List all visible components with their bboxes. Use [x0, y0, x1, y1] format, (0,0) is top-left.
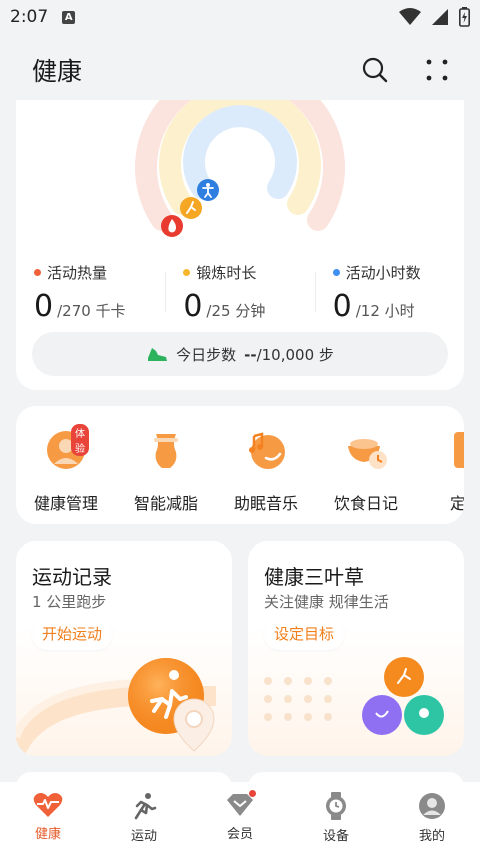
service-label: 健康管理 [33, 494, 98, 513]
health-heart-icon [33, 793, 63, 817]
wifi-icon [399, 8, 421, 25]
exercise-record-title: 运动记录 [32, 565, 112, 589]
calorie-dot [34, 269, 41, 276]
profile-avatar-icon [419, 793, 445, 819]
nav-label: 会员 [226, 827, 253, 842]
exercise-record-card[interactable]: 运动记录 1 公里跑步 开始运动 [16, 541, 232, 756]
metric-activity-hours: 活动小时数 0/12 小时 [314, 262, 464, 324]
nav-label: 我的 [418, 829, 445, 844]
activity-dot [332, 269, 340, 276]
metric-label: 活动热量 [47, 264, 108, 282]
metric-calories: 活动热量 0/270 千卡 [16, 262, 165, 324]
nav-health[interactable]: 健康 [0, 782, 96, 853]
nav-label: 运动 [130, 829, 157, 844]
nav-profile[interactable]: 我的 [384, 782, 480, 853]
services-row: 体验 健康管理 智能减脂 助眠音乐 饮食日记 定制 [16, 424, 464, 514]
nav-label: 健康 [34, 827, 61, 842]
status-time: 2:07 [10, 7, 49, 27]
status-bar: 2:07 A [0, 0, 480, 34]
status-icons [399, 7, 470, 27]
service-sleep-music[interactable]: 助眠音乐 [216, 428, 316, 514]
health-clover-subtitle: 关注健康 规律生活 [264, 593, 389, 611]
page-title: 健康 [32, 57, 83, 86]
bottom-nav: 健康 运动 会员 设备 我的 [0, 782, 480, 853]
running-track-illustration [16, 658, 216, 756]
service-label: 智能减脂 [133, 494, 198, 513]
running-person-icon [134, 793, 157, 820]
header-actions [362, 57, 448, 83]
nav-label: 设备 [322, 829, 349, 844]
exercise-run-icon [180, 197, 202, 219]
metric-value: 0 [183, 289, 203, 324]
health-clover-title: 健康三叶草 [264, 565, 364, 589]
health-clover-card[interactable]: 健康三叶草 关注健康 规律生活 设定目标 [248, 541, 464, 756]
nav-device[interactable]: 设备 [288, 782, 384, 853]
battery-icon [459, 7, 470, 27]
signal-icon [432, 9, 448, 25]
shoe-icon [148, 348, 168, 361]
services-card: 体验 健康管理 智能减脂 助眠音乐 饮食日记 定制 [16, 406, 464, 524]
nav-member[interactable]: 会员 [192, 782, 288, 853]
service-custom-plan[interactable]: 定制 [416, 428, 464, 514]
notification-a-icon: A [62, 10, 76, 24]
app-header: 健康 [0, 40, 480, 100]
exercise-record-subtitle: 1 公里跑步 [32, 593, 107, 611]
activity-rings [135, 100, 345, 237]
metric-unit: /12 小时 [355, 302, 415, 320]
service-label: 定制 [449, 494, 464, 513]
smart-fat-loss-icon [154, 434, 178, 468]
search-icon[interactable] [362, 57, 388, 83]
service-diet-diary[interactable]: 饮食日记 [316, 428, 416, 514]
metric-value: 0 [332, 289, 352, 324]
service-label: 饮食日记 [333, 494, 398, 513]
more-grid-icon[interactable] [426, 59, 448, 81]
service-smart-fat-loss[interactable]: 智能减脂 [116, 428, 216, 514]
steps-value: -- [244, 345, 257, 364]
metric-unit: /25 分钟 [206, 302, 266, 320]
clover-illustration [264, 657, 444, 735]
metric-label: 锻炼时长 [196, 264, 257, 282]
metric-unit: /270 千卡 [57, 302, 126, 320]
watch-icon [326, 792, 346, 820]
trial-badge: 体验 [71, 424, 89, 456]
activity-metrics: 活动热量 0/270 千卡 锻炼时长 0/25 分钟 活动小时数 0/12 小时 [16, 262, 464, 324]
custom-plan-icon [454, 432, 464, 468]
sleep-music-icon [249, 432, 285, 469]
activity-card[interactable]: 活动热量 0/270 千卡 锻炼时长 0/25 分钟 活动小时数 0/12 小时… [16, 100, 464, 390]
exercise-dot [183, 269, 191, 276]
steps-label: 今日步数 [176, 345, 237, 364]
calorie-flame-icon [161, 215, 183, 237]
service-label: 助眠音乐 [233, 494, 298, 513]
metric-label: 活动小时数 [345, 264, 421, 282]
steps-pill[interactable]: 今日步数 --/10,000 步 [32, 332, 448, 376]
metric-value: 0 [34, 289, 54, 324]
service-health-management[interactable]: 体验 健康管理 [16, 424, 116, 514]
nav-exercise[interactable]: 运动 [96, 782, 192, 853]
diet-diary-icon [348, 439, 387, 469]
set-goal-button[interactable]: 设定目标 [264, 617, 345, 650]
steps-goal: /10,000 步 [256, 345, 334, 364]
metric-exercise: 锻炼时长 0/25 分钟 [165, 262, 314, 324]
member-notification-dot [249, 790, 256, 797]
activity-standing-icon [197, 179, 219, 201]
